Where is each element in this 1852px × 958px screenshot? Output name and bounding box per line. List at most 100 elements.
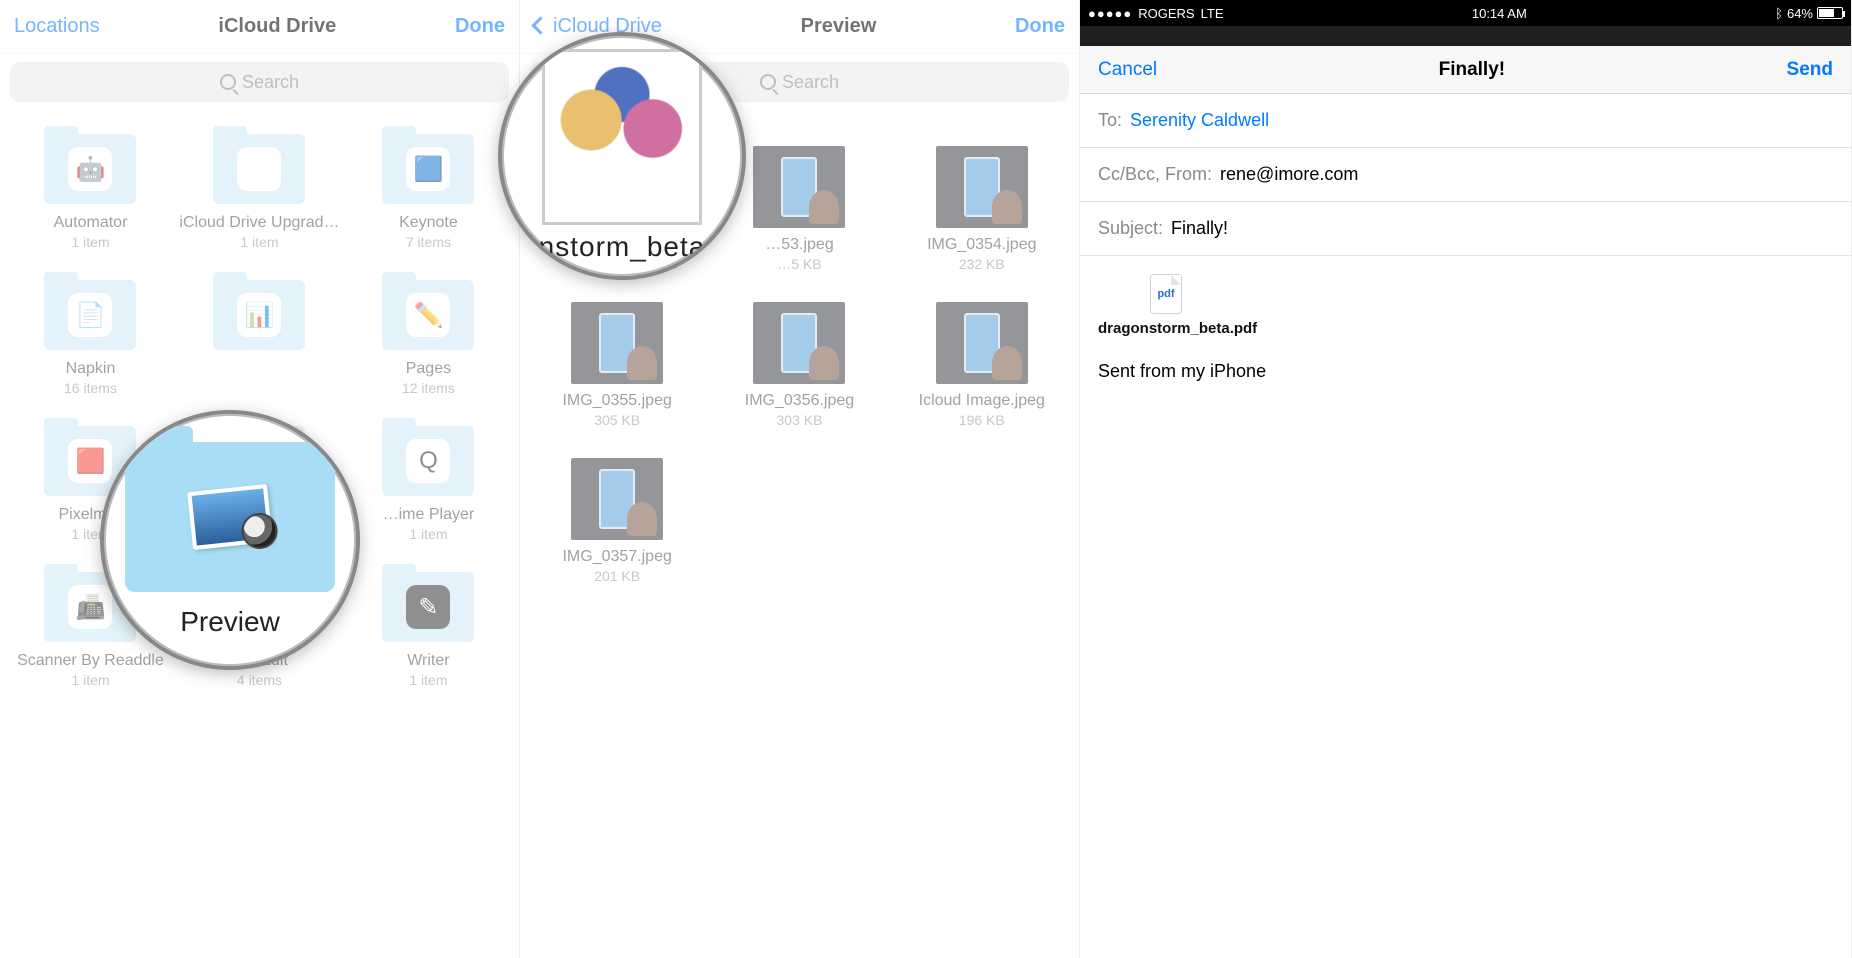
folder-name: Automator: [10, 214, 171, 232]
file-name: IMG_0354.jpeg: [895, 236, 1069, 254]
folder-item[interactable]: 📄 Napkin 16 items: [6, 272, 175, 418]
app-icon: ✎: [406, 585, 450, 629]
ccbcc-label: Cc/Bcc, From:: [1098, 164, 1212, 185]
ccbcc-from-field[interactable]: Cc/Bcc, From: rene@imore.com: [1080, 148, 1851, 202]
folder-name: Pages: [348, 360, 509, 378]
to-value[interactable]: Serenity Caldwell: [1130, 110, 1269, 131]
app-icon: Q: [406, 439, 450, 483]
chevron-left-icon: [534, 15, 549, 38]
app-icon: 🤖: [68, 147, 112, 191]
folder-sub: 1 item: [348, 672, 509, 688]
folder-sub: 1 item: [10, 234, 171, 250]
search-placeholder: Search: [782, 72, 839, 93]
file-size: 305 KB: [530, 412, 704, 428]
file-item[interactable]: IMG_0354.jpeg 232 KB: [891, 138, 1073, 294]
image-thumb: [571, 302, 663, 384]
image-thumb: [936, 146, 1028, 228]
file-size: 201 KB: [530, 568, 704, 584]
folder-sub: 1 item: [348, 526, 509, 542]
person-icon: [809, 346, 839, 380]
app-icon: ✏️: [406, 293, 450, 337]
folder-name: …ime Player: [348, 506, 509, 524]
battery-icon: [1817, 7, 1843, 19]
app-icon: 📊: [237, 293, 281, 337]
image-thumb: [571, 458, 663, 540]
folder-item[interactable]: 📊: [175, 272, 344, 418]
folder-sub: 7 items: [348, 234, 509, 250]
magnifier-selected-file: nstorm_beta: [498, 32, 746, 280]
send-button[interactable]: Send: [1787, 59, 1833, 81]
folder-item[interactable]: Q …ime Player 1 item: [344, 418, 513, 564]
file-size: 303 KB: [712, 412, 886, 428]
search-placeholder: Search: [242, 72, 299, 93]
folder-icon: 📊: [213, 280, 305, 350]
nav-done[interactable]: Done: [455, 15, 505, 38]
subject-field[interactable]: Subject: Finally!: [1080, 202, 1851, 256]
image-thumb: [753, 146, 845, 228]
folder-item[interactable]: ✎ Writer 1 item: [344, 564, 513, 710]
preview-folder-icon: [125, 442, 335, 592]
folder-name: Scanner By Readdle: [10, 652, 171, 670]
nav-done[interactable]: Done: [1015, 15, 1065, 38]
loupe-icon: [240, 511, 280, 551]
person-icon: [992, 190, 1022, 224]
person-icon: [627, 346, 657, 380]
panel-preview-folder: iCloud Drive Preview Done Search …53.jpe…: [520, 0, 1080, 958]
search-icon: [760, 74, 776, 90]
image-thumb: [936, 302, 1028, 384]
folder-sub: 1 item: [179, 234, 340, 250]
folder-name: Napkin: [10, 360, 171, 378]
magnifier-preview-folder: Preview: [100, 410, 360, 670]
file-item[interactable]: IMG_0357.jpeg 201 KB: [526, 450, 708, 606]
folder-item[interactable]: 🟦 Keynote 7 items: [344, 126, 513, 272]
file-name: IMG_0355.jpeg: [530, 392, 704, 410]
battery-percent: 64%: [1787, 6, 1813, 21]
search-input[interactable]: Search: [10, 62, 509, 102]
nav-title: iCloud Drive: [218, 15, 336, 38]
folder-item[interactable]: ✏️ Pages 12 items: [344, 272, 513, 418]
pdf-cover-art: [542, 49, 702, 225]
pdf-file-icon: pdf: [1150, 274, 1182, 314]
cancel-button[interactable]: Cancel: [1098, 59, 1157, 81]
file-item[interactable]: IMG_0355.jpeg 305 KB: [526, 294, 708, 450]
attachment-name: dragonstorm_beta.pdf: [1098, 320, 1833, 337]
attachment-row[interactable]: pdf dragonstorm_beta.pdf: [1080, 256, 1851, 345]
to-label: To:: [1098, 110, 1122, 131]
status-left: ●●●●● ROGERS LTE: [1088, 6, 1224, 21]
file-size: 196 KB: [895, 412, 1069, 428]
status-time: 10:14 AM: [1472, 6, 1527, 21]
app-icon: 🟦: [406, 147, 450, 191]
folder-icon: 🤖: [44, 134, 136, 204]
from-value: rene@imore.com: [1220, 164, 1358, 185]
bluetooth-icon: ᛒ: [1775, 6, 1783, 21]
folder-item[interactable]: iCloud Drive Upgrad… 1 item: [175, 126, 344, 272]
photo-thumb-icon: [187, 484, 273, 550]
file-name: …53.jpeg: [712, 236, 886, 254]
folder-icon: [213, 134, 305, 204]
file-name: IMG_0356.jpeg: [712, 392, 886, 410]
file-name: Icloud Image.jpeg: [895, 392, 1069, 410]
folder-name: iCloud Drive Upgrad…: [179, 214, 340, 232]
compose-navbar: Cancel Finally! Send: [1080, 46, 1851, 94]
folder-icon: ✎: [382, 572, 474, 642]
navbar: Locations iCloud Drive Done: [0, 0, 519, 54]
person-icon: [809, 190, 839, 224]
sheet-backdrop: [1080, 26, 1851, 46]
nav-locations[interactable]: Locations: [14, 15, 100, 38]
network-label: LTE: [1201, 6, 1224, 21]
subject-label: Subject:: [1098, 218, 1163, 239]
file-item[interactable]: IMG_0356.jpeg 303 KB: [708, 294, 890, 450]
folder-sub: 16 items: [10, 380, 171, 396]
panel-mail-compose: ●●●●● ROGERS LTE 10:14 AM ᛒ 64% Cancel F…: [1080, 0, 1852, 958]
to-field[interactable]: To: Serenity Caldwell: [1080, 94, 1851, 148]
file-name: IMG_0357.jpeg: [530, 548, 704, 566]
folder-icon: 📄: [44, 280, 136, 350]
magnifier-label: Preview: [180, 606, 280, 638]
app-icon: 📄: [68, 293, 112, 337]
file-item[interactable]: Icloud Image.jpeg 196 KB: [891, 294, 1073, 450]
app-icon: 🟥: [68, 439, 112, 483]
folder-item[interactable]: 🤖 Automator 1 item: [6, 126, 175, 272]
person-icon: [992, 346, 1022, 380]
signal-dots-icon: ●●●●●: [1088, 6, 1132, 21]
folder-name: Writer: [348, 652, 509, 670]
